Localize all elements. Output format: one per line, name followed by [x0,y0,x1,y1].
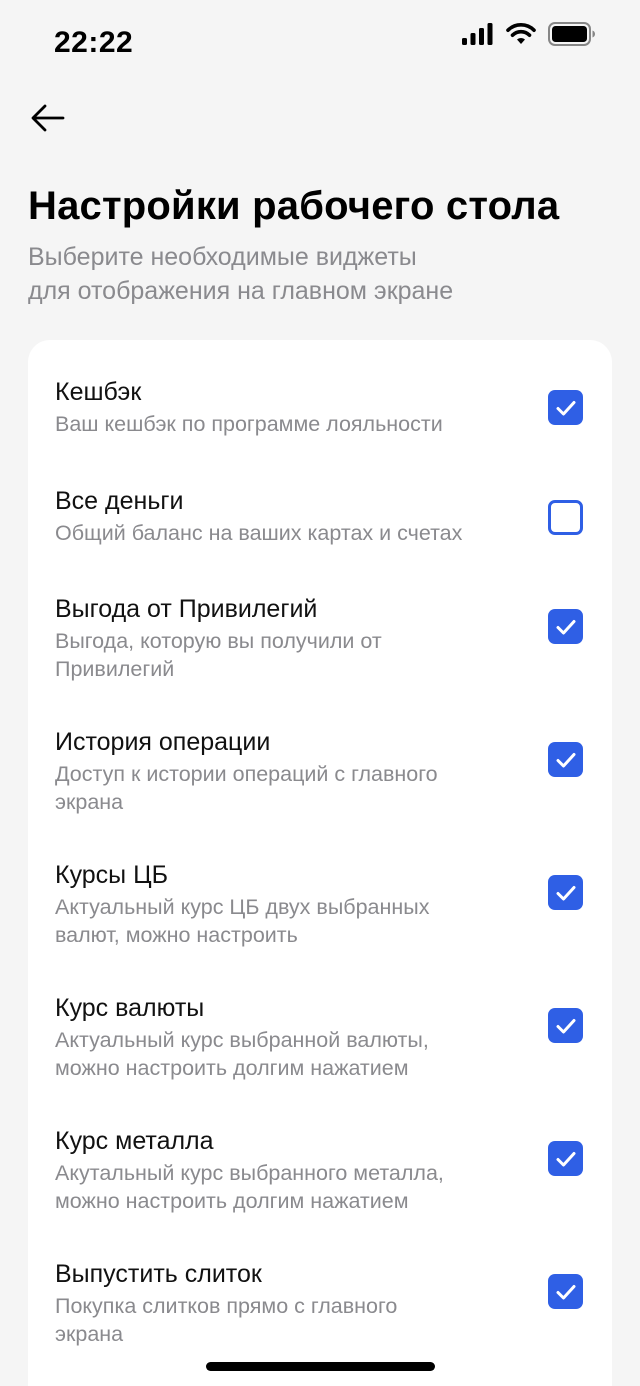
widget-description: Актуальный курс ЦБ двух выбранных валют,… [55,895,430,947]
widget-item-cashback[interactable]: Кешбэк Ваш кешбэк по программе лояльност… [55,376,585,438]
arrow-left-icon [31,104,65,137]
widget-checkbox-metal-rate[interactable] [548,1141,583,1176]
widget-checkbox-issue-bullion[interactable] [548,1274,583,1309]
widget-description: Общий баланс на ваших картах и счетах [55,521,463,545]
checkmark-icon [556,619,575,634]
widget-item-currency-rate[interactable]: Курс валюты Актуальный курс выбранной ва… [55,992,585,1082]
page-subtitle-line: для отображения на главном экране [28,277,454,305]
widget-description: Актуальный курс выбранной валюты, можно … [55,1028,429,1080]
widget-checkbox-privileges[interactable] [548,609,583,644]
widgets-card: Кешбэк Ваш кешбэк по программе лояльност… [28,340,612,1386]
checkmark-icon [556,1151,575,1166]
checkmark-icon [556,752,575,767]
widget-checkbox-cashback[interactable] [548,390,583,425]
widget-checkbox-all-money[interactable] [548,500,583,535]
widget-title: Курс валюты [55,994,205,1022]
widget-title: Курс металла [55,1127,214,1155]
checkmark-icon [556,1284,575,1299]
widget-description: Выгода, которую вы получили от Привилеги… [55,629,382,681]
home-indicator[interactable] [206,1362,435,1371]
widget-title: Выпустить слиток [55,1260,262,1288]
back-button[interactable] [26,98,70,142]
widget-checkbox-cb-rates[interactable] [548,875,583,910]
page-subtitle: Выберите необходимые виджеты для отображ… [28,240,588,308]
widget-description: Ваш кешбэк по программе лояльности [55,412,443,436]
widget-description: Покупка слитков прямо с главного экрана [55,1294,398,1346]
wifi-icon [506,22,536,50]
widget-title: Кешбэк [55,378,142,406]
widget-item-privileges[interactable]: Выгода от Привилегий Выгода, которую вы … [55,593,585,683]
checkmark-icon [556,400,575,415]
widget-title: История операции [55,728,271,756]
widget-title: Курсы ЦБ [55,861,169,889]
widget-description: Акутальный курс выбранного металла, можн… [55,1161,444,1213]
widget-title: Все деньги [55,487,184,515]
signal-icon [462,22,494,50]
widget-title: Выгода от Привилегий [55,595,318,623]
status-bar: 22:22 [0,0,640,90]
widget-item-issue-bullion[interactable]: Выпустить слиток Покупка слитков прямо с… [55,1258,585,1348]
widget-description: Доступ к истории операций с главного экр… [55,762,438,814]
widget-item-all-money[interactable]: Все деньги Общий баланс на ваших картах … [55,485,585,547]
page-title: Настройки рабочего стола [28,184,560,228]
page-subtitle-line: Выберите необходимые виджеты [28,243,417,271]
widget-checkbox-currency-rate[interactable] [548,1008,583,1043]
widget-item-cb-rates[interactable]: Курсы ЦБ Актуальный курс ЦБ двух выбранн… [55,859,585,949]
status-time: 22:22 [54,26,134,59]
widget-checkbox-history[interactable] [548,742,583,777]
checkmark-icon [556,1018,575,1033]
widget-item-history[interactable]: История операции Доступ к истории операц… [55,726,585,816]
status-icons [462,21,596,51]
checkmark-icon [556,885,575,900]
widget-item-metal-rate[interactable]: Курс металла Акутальный курс выбранного … [55,1125,585,1215]
battery-icon [548,21,596,51]
